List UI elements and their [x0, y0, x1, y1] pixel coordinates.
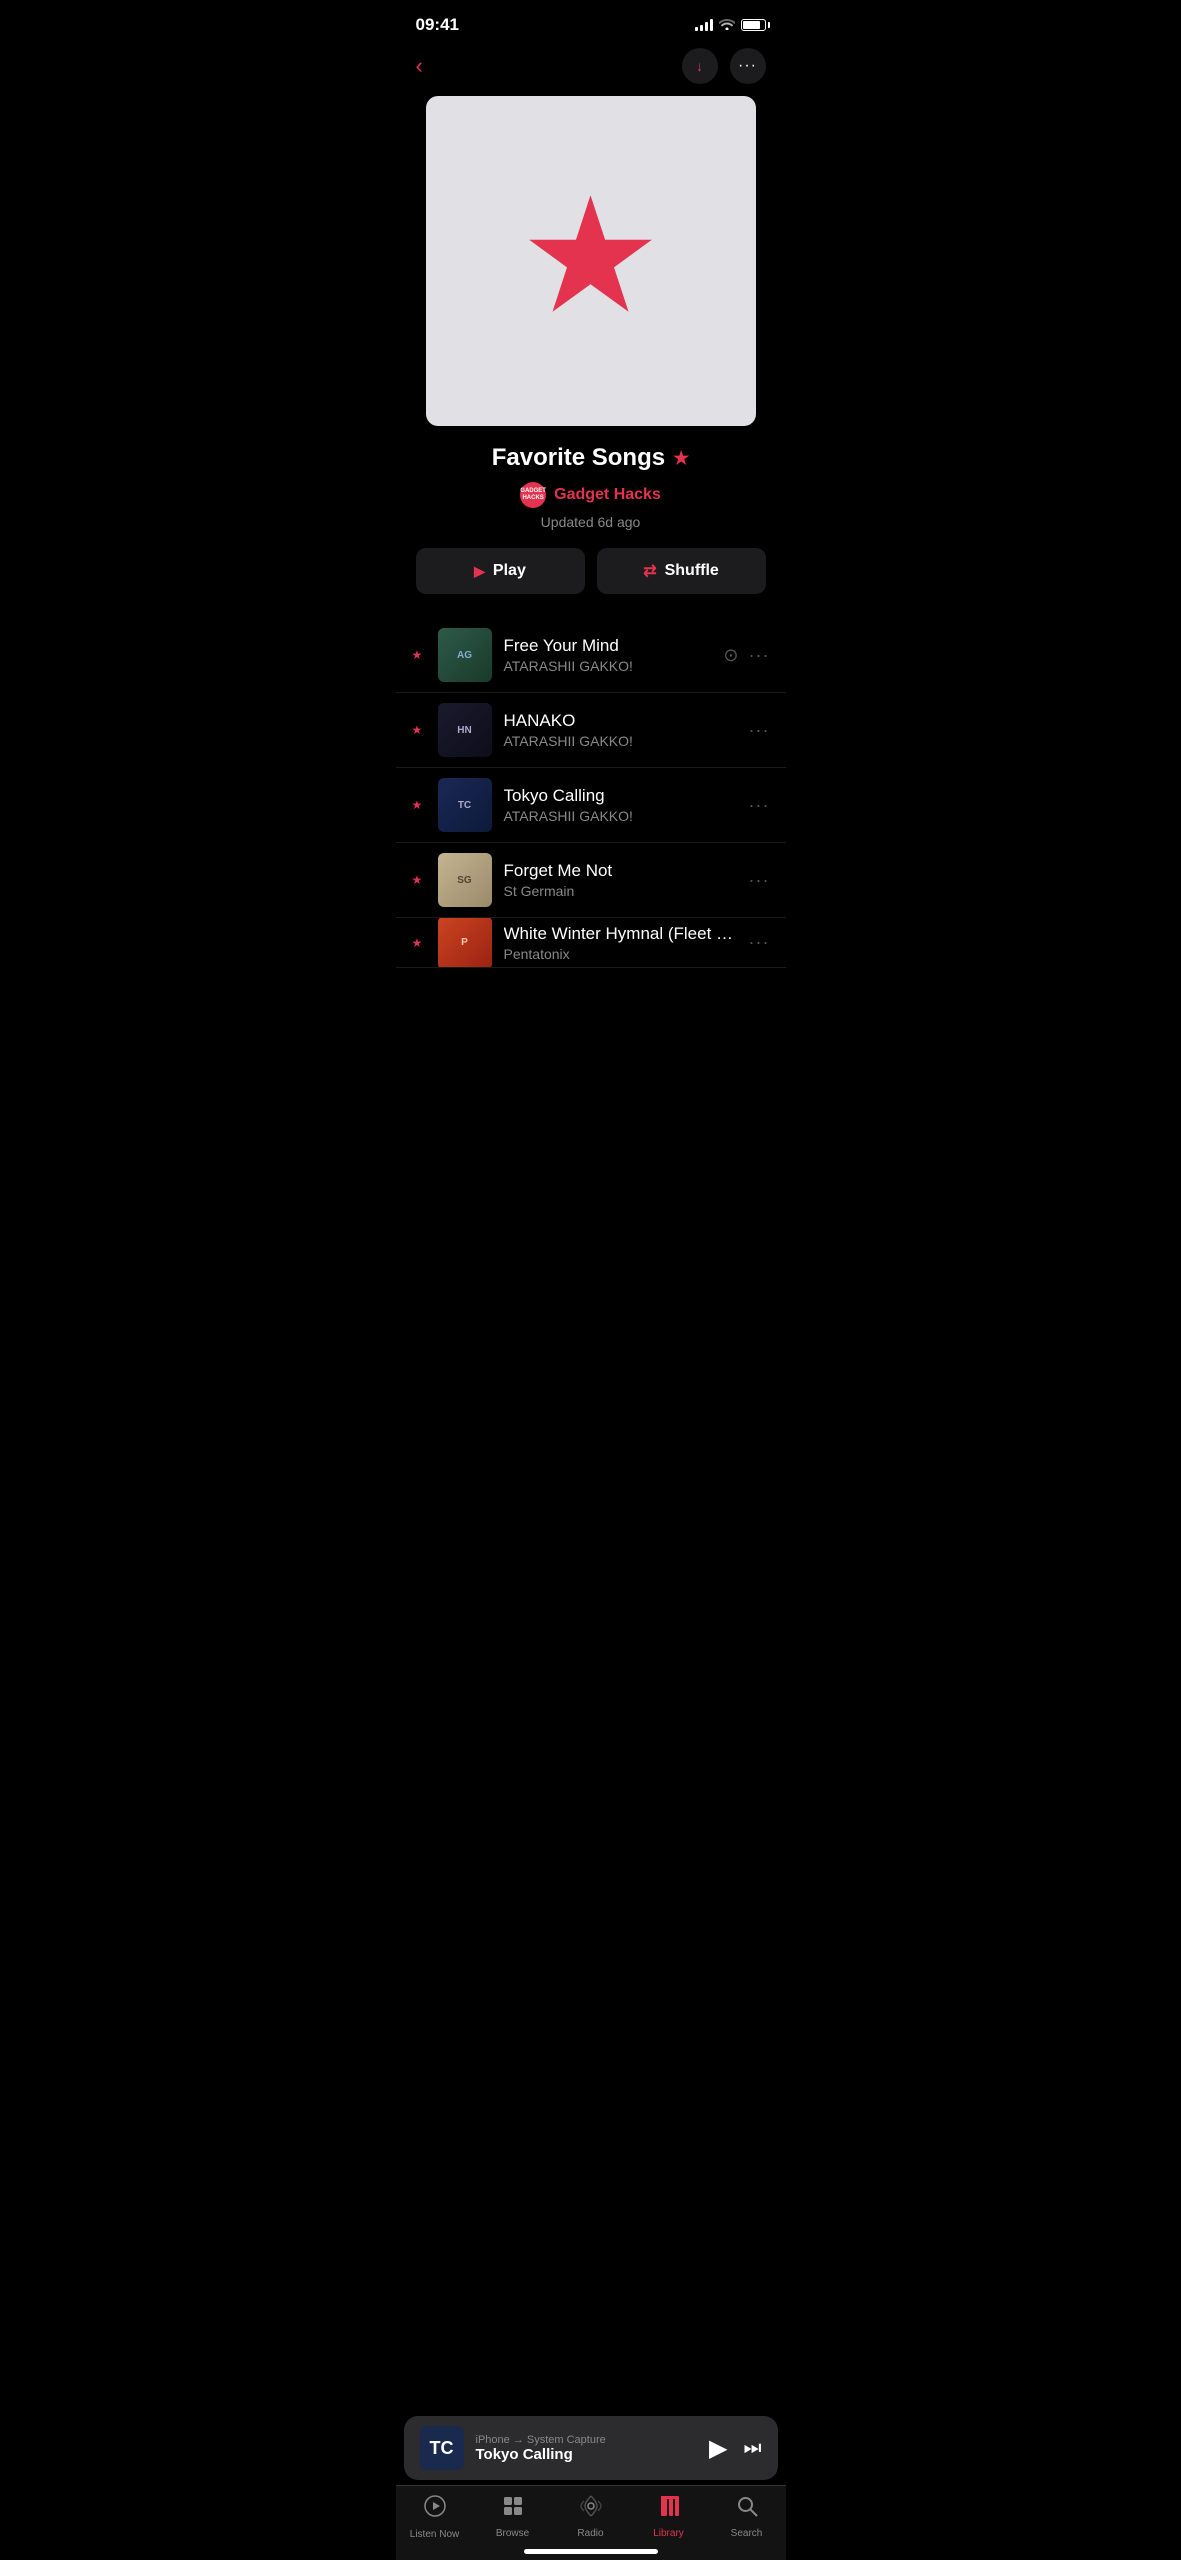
- track-item[interactable]: ★ P White Winter Hymnal (Fleet Foxes Cov…: [396, 918, 786, 968]
- status-time: 09:41: [416, 15, 459, 35]
- tab-listen-now-label: Listen Now: [410, 2529, 459, 2540]
- track-thumbnail: SG: [438, 853, 492, 907]
- track-star-icon: ★: [412, 873, 426, 887]
- mini-player-thumbnail: TC: [420, 2426, 464, 2470]
- track-item[interactable]: ★ TC Tokyo Calling ATARASHII GAKKO! ···: [396, 768, 786, 843]
- track-more-icon[interactable]: ···: [749, 645, 770, 666]
- play-button[interactable]: ▶ Play: [416, 548, 585, 594]
- track-name: Tokyo Calling: [504, 786, 737, 806]
- track-star-icon: ★: [412, 936, 426, 950]
- track-item[interactable]: ★ HN HANAKO ATARASHII GAKKO! ···: [396, 693, 786, 768]
- track-name: White Winter Hymnal (Fleet Foxes Cover): [504, 924, 737, 944]
- play-icon: ▶: [474, 563, 485, 580]
- back-button[interactable]: ‹: [416, 53, 423, 79]
- more-icon: ···: [738, 57, 757, 75]
- track-item[interactable]: ★ SG Forget Me Not St Germain ···: [396, 843, 786, 918]
- album-art-container: ★: [396, 96, 786, 426]
- tab-listen-now[interactable]: Listen Now: [396, 2494, 474, 2540]
- tab-radio-label: Radio: [577, 2528, 603, 2539]
- library-icon: [657, 2494, 681, 2524]
- track-actions: ···: [749, 932, 770, 953]
- track-artist: St Germain: [504, 883, 737, 899]
- download-icon: ↓: [696, 58, 703, 74]
- mini-player-title: Tokyo Calling: [476, 2446, 698, 2463]
- track-thumbnail: HN: [438, 703, 492, 757]
- tab-library[interactable]: Library: [630, 2494, 708, 2540]
- wifi-icon: [719, 17, 735, 33]
- playlist-title: Favorite Songs ★: [416, 444, 766, 472]
- updated-text: Updated 6d ago: [416, 514, 766, 530]
- home-indicator: [524, 2549, 658, 2554]
- more-options-button[interactable]: ···: [730, 48, 766, 84]
- mini-player-info: iPhone → System Capture Tokyo Calling: [476, 2434, 698, 2463]
- tab-library-label: Library: [653, 2528, 684, 2539]
- track-actions: ···: [749, 795, 770, 816]
- track-list: ★ AG Free Your Mind ATARASHII GAKKO! ⊙ ·…: [396, 618, 786, 968]
- track-artist: ATARASHII GAKKO!: [504, 808, 737, 824]
- track-info: Free Your Mind ATARASHII GAKKO!: [504, 636, 712, 674]
- nav-right-buttons: ↓ ···: [682, 48, 766, 84]
- playlist-favorite-star: ★: [673, 448, 689, 469]
- tab-browse[interactable]: Browse: [474, 2494, 552, 2540]
- playlist-info: Favorite Songs ★ GADGETHACKS Gadget Hack…: [396, 444, 786, 530]
- tab-radio[interactable]: Radio: [552, 2494, 630, 2540]
- track-actions: ⊙ ···: [723, 645, 769, 666]
- tab-search-label: Search: [731, 2528, 763, 2539]
- track-star-icon: ★: [412, 648, 426, 662]
- browse-icon: [501, 2494, 525, 2524]
- track-artist: ATARASHII GAKKO!: [504, 733, 737, 749]
- track-actions: ···: [749, 870, 770, 891]
- signal-bars-icon: [695, 19, 713, 31]
- track-name: Free Your Mind: [504, 636, 712, 656]
- track-item[interactable]: ★ AG Free Your Mind ATARASHII GAKKO! ⊙ ·…: [396, 618, 786, 693]
- nav-bar: ‹ ↓ ···: [396, 44, 786, 96]
- author-name[interactable]: Gadget Hacks: [554, 486, 661, 504]
- track-thumbnail: TC: [438, 778, 492, 832]
- track-thumbnail: P: [438, 918, 492, 968]
- download-button[interactable]: ↓: [682, 48, 718, 84]
- track-star-icon: ★: [412, 798, 426, 812]
- mini-forward-button[interactable]: ⏭: [744, 2437, 762, 2460]
- shuffle-icon: ⇄: [643, 561, 656, 581]
- tab-search[interactable]: Search: [708, 2494, 786, 2540]
- track-thumbnail: AG: [438, 628, 492, 682]
- search-icon: [735, 2494, 759, 2524]
- mini-player-controls: ▶ ⏭: [709, 2434, 761, 2463]
- mini-player[interactable]: TC iPhone → System Capture Tokyo Calling…: [404, 2416, 778, 2480]
- track-info: White Winter Hymnal (Fleet Foxes Cover) …: [504, 924, 737, 962]
- star-icon: ★: [519, 176, 662, 336]
- play-label: Play: [493, 562, 526, 580]
- track-name: HANAKO: [504, 711, 737, 731]
- track-info: Tokyo Calling ATARASHII GAKKO!: [504, 786, 737, 824]
- track-more-icon[interactable]: ···: [749, 795, 770, 816]
- track-name: Forget Me Not: [504, 861, 737, 881]
- playlist-title-text: Favorite Songs: [492, 444, 665, 472]
- mini-player-source: iPhone → System Capture: [476, 2434, 698, 2446]
- listen-now-icon: [423, 2494, 447, 2525]
- battery-icon: [741, 19, 766, 31]
- shuffle-label: Shuffle: [665, 562, 719, 580]
- playlist-author: GADGETHACKS Gadget Hacks: [416, 482, 766, 508]
- album-art: ★: [426, 96, 756, 426]
- author-avatar: GADGETHACKS: [520, 482, 546, 508]
- track-info: HANAKO ATARASHII GAKKO!: [504, 711, 737, 749]
- action-buttons: ▶ Play ⇄ Shuffle: [396, 548, 786, 594]
- track-download-icon[interactable]: ⊙: [723, 645, 738, 666]
- track-more-icon[interactable]: ···: [749, 870, 770, 891]
- track-more-icon[interactable]: ···: [749, 720, 770, 741]
- track-artist: ATARASHII GAKKO!: [504, 658, 712, 674]
- status-bar: 09:41: [396, 0, 786, 44]
- track-star-icon: ★: [412, 723, 426, 737]
- tab-browse-label: Browse: [496, 2528, 529, 2539]
- radio-icon: [579, 2494, 603, 2524]
- shuffle-button[interactable]: ⇄ Shuffle: [597, 548, 766, 594]
- track-info: Forget Me Not St Germain: [504, 861, 737, 899]
- status-icons: [695, 17, 766, 33]
- author-avatar-text: GADGETHACKS: [520, 488, 546, 502]
- track-artist: Pentatonix: [504, 946, 737, 962]
- mini-play-button[interactable]: ▶: [709, 2434, 727, 2463]
- track-more-icon[interactable]: ···: [749, 932, 770, 953]
- track-actions: ···: [749, 720, 770, 741]
